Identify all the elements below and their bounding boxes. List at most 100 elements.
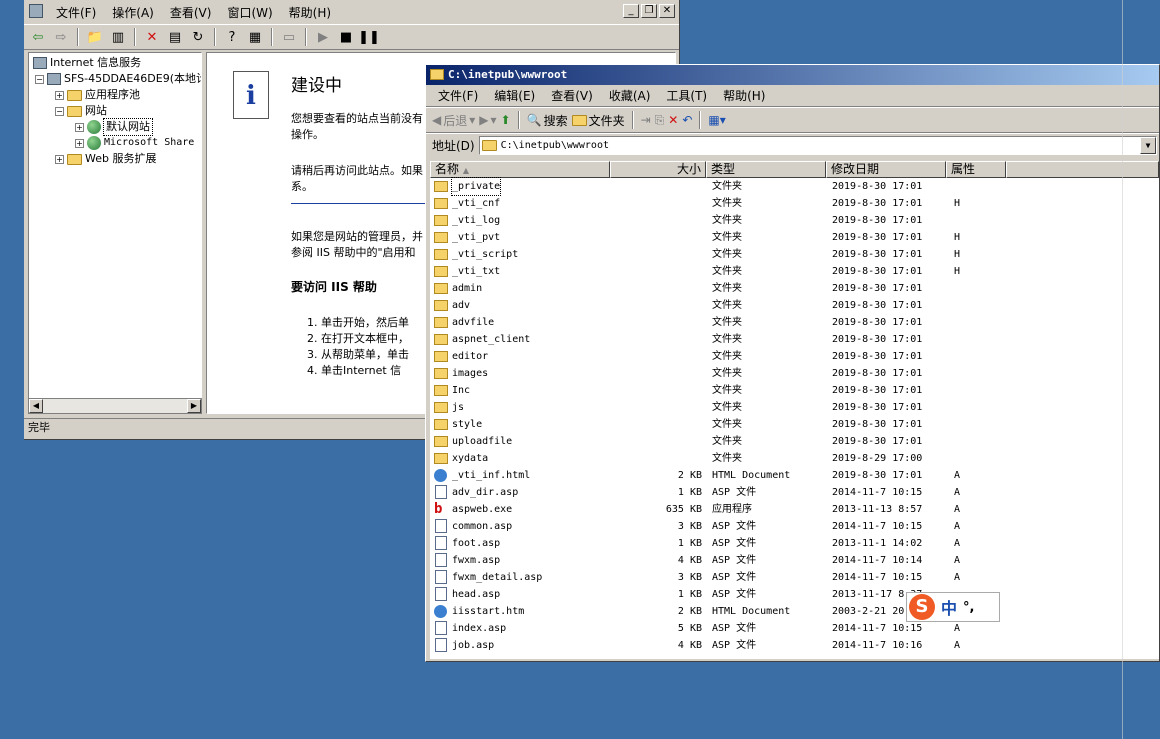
iis-icon bbox=[33, 57, 47, 69]
file-row[interactable]: _vti_txt 文件夹 2019-8-30 17:01 H bbox=[430, 263, 1159, 280]
file-modified: 2019-8-30 17:01 bbox=[832, 368, 923, 379]
stop-icon[interactable]: ■ bbox=[336, 27, 356, 47]
ime-status-bar[interactable]: S 中 °, bbox=[906, 592, 1000, 622]
file-row[interactable]: _vti_pvt 文件夹 2019-8-30 17:01 H bbox=[430, 229, 1159, 246]
file-row[interactable]: Inc 文件夹 2019-8-30 17:01 bbox=[430, 382, 1159, 399]
file-row[interactable]: uploadfile 文件夹 2019-8-30 17:01 bbox=[430, 433, 1159, 450]
tree-web-extensions[interactable]: + Web 服务扩展 bbox=[55, 151, 156, 167]
iis-menu-file[interactable]: 文件(F) bbox=[48, 4, 104, 21]
minimize-button[interactable]: _ bbox=[623, 4, 639, 18]
file-row[interactable]: editor 文件夹 2019-8-30 17:01 bbox=[430, 348, 1159, 365]
tree-horizontal-scrollbar[interactable]: ◀ ▶ bbox=[28, 398, 202, 414]
column-header-type[interactable]: 类型 bbox=[706, 161, 826, 178]
address-input[interactable]: C:\inetpub\wwwroot ▼ bbox=[478, 136, 1157, 155]
explorer-titlebar[interactable]: C:\inetpub\wwwroot bbox=[426, 65, 1159, 85]
file-row[interactable]: fwxm.asp 4 KB ASP 文件 2014-11-7 10:14 A bbox=[430, 552, 1159, 569]
file-row[interactable]: images 文件夹 2019-8-30 17:01 bbox=[430, 365, 1159, 382]
file-row[interactable]: iisstart.htm 2 KB HTML Document 2003-2-21 2… bbox=[430, 603, 1159, 620]
properties-icon[interactable]: ▤ bbox=[165, 27, 185, 47]
forward-arrow-icon[interactable]: ⇨ bbox=[51, 27, 71, 47]
column-header-name[interactable]: 名称 ▲ bbox=[430, 161, 610, 178]
file-row[interactable]: common.asp 3 KB ASP 文件 2014-11-7 10:15 A bbox=[430, 518, 1159, 535]
iis-menu-window[interactable]: 窗口(W) bbox=[219, 4, 280, 21]
delete-icon[interactable]: ✕ bbox=[142, 27, 162, 47]
help-icon[interactable]: ? bbox=[222, 27, 242, 47]
restore-button[interactable]: ❐ bbox=[641, 4, 657, 18]
file-size: 4 KB bbox=[677, 555, 702, 566]
file-row[interactable]: adv_dir.asp 1 KB ASP 文件 2014-11-7 10:15 A bbox=[430, 484, 1159, 501]
column-header-attributes[interactable]: 属性 bbox=[946, 161, 1006, 178]
close-button[interactable]: ✕ bbox=[659, 4, 675, 18]
tree-websites[interactable]: − 网站 bbox=[55, 103, 107, 119]
sogou-logo-icon: S bbox=[909, 594, 935, 620]
file-row[interactable]: job.asp 4 KB ASP 文件 2014-11-7 10:16 A bbox=[430, 637, 1159, 654]
file-row[interactable]: _vti_cnf 文件夹 2019-8-30 17:01 H bbox=[430, 195, 1159, 212]
file-row[interactable]: index.asp 5 KB ASP 文件 2014-11-7 10:15 A bbox=[430, 620, 1159, 637]
file-name: js bbox=[452, 402, 465, 413]
computer-icon[interactable]: ▭ bbox=[279, 27, 299, 47]
pause-icon[interactable]: ❚❚ bbox=[358, 27, 380, 47]
tree-server[interactable]: − SFS-45DDAE46DE9(本地计 bbox=[35, 71, 201, 87]
move-to-icon[interactable]: ⇥ bbox=[641, 113, 651, 127]
file-row[interactable]: _vti_inf.html 2 KB HTML Document 2019-8-30 … bbox=[430, 467, 1159, 484]
tree-sharepoint-site[interactable]: + Microsoft Share bbox=[75, 135, 194, 151]
delete-icon[interactable]: ✕ bbox=[668, 113, 678, 127]
file-row[interactable]: js 文件夹 2019-8-30 17:01 bbox=[430, 399, 1159, 416]
file-name: index.asp bbox=[452, 623, 507, 634]
file-row[interactable]: head.asp 1 KB ASP 文件 2013-11-17 8:37 bbox=[430, 586, 1159, 603]
back-arrow-icon[interactable]: ⇦ bbox=[28, 27, 48, 47]
file-row[interactable]: b aspweb.exe 635 KB 应用程序 2013-11-13 8:57 A bbox=[430, 501, 1159, 518]
iis-menu-help[interactable]: 帮助(H) bbox=[281, 4, 339, 21]
file-modified: 2019-8-30 17:01 bbox=[832, 470, 923, 481]
screen-edge-line bbox=[1122, 0, 1123, 739]
file-modified: 2014-11-7 10:15 bbox=[832, 623, 923, 634]
ime-mode[interactable]: 中 bbox=[941, 595, 957, 619]
menu-tools[interactable]: 工具(T) bbox=[658, 87, 715, 104]
tree-default-site[interactable]: + 默认网站 bbox=[75, 118, 153, 136]
refresh-icon[interactable]: ↻ bbox=[188, 27, 208, 47]
menu-view[interactable]: 查看(V) bbox=[543, 87, 601, 104]
iis-menu-action[interactable]: 操作(A) bbox=[104, 4, 162, 21]
file-row[interactable]: admin 文件夹 2019-8-30 17:01 bbox=[430, 280, 1159, 297]
copy-to-icon[interactable]: ⎘ bbox=[655, 113, 665, 128]
menu-edit[interactable]: 编辑(E) bbox=[486, 87, 543, 104]
search-icon: 🔍 bbox=[526, 113, 542, 127]
file-row[interactable]: fwxm_detail.asp 3 KB ASP 文件 2014-11-7 10:15… bbox=[430, 569, 1159, 586]
ime-punct[interactable]: °, bbox=[963, 600, 974, 615]
folders-button[interactable]: 文件夹 bbox=[571, 112, 625, 129]
up-folder-icon[interactable]: 📁 bbox=[85, 27, 105, 47]
tree-root[interactable]: Internet 信息服务 bbox=[33, 55, 141, 71]
export-icon[interactable]: ▦ bbox=[245, 27, 265, 47]
iis-menu-view[interactable]: 查看(V) bbox=[162, 4, 220, 21]
file-row[interactable]: _private 文件夹 2019-8-30 17:01 bbox=[430, 177, 1159, 196]
file-row[interactable]: _vti_script 文件夹 2019-8-30 17:01 H bbox=[430, 246, 1159, 263]
undo-icon[interactable]: ↶ bbox=[682, 113, 692, 127]
column-header-modified[interactable]: 修改日期 bbox=[826, 161, 946, 178]
scroll-right-arrow-icon[interactable]: ▶ bbox=[187, 399, 201, 413]
application-icon: b bbox=[434, 501, 443, 517]
column-header-size[interactable]: 大小 bbox=[610, 161, 706, 178]
menu-favorites[interactable]: 收藏(A) bbox=[601, 87, 659, 104]
file-row[interactable]: xydata 文件夹 2019-8-29 17:00 bbox=[430, 450, 1159, 467]
show-tree-icon[interactable]: ▥ bbox=[108, 27, 128, 47]
tree-app-pools[interactable]: + 应用程序池 bbox=[55, 87, 140, 103]
start-icon[interactable]: ▶ bbox=[313, 27, 333, 47]
menu-help[interactable]: 帮助(H) bbox=[715, 87, 773, 104]
file-row[interactable]: aspnet_client 文件夹 2019-8-30 17:01 bbox=[430, 331, 1159, 348]
website-globe-icon bbox=[87, 136, 101, 150]
file-row[interactable]: advfile 文件夹 2019-8-30 17:01 bbox=[430, 314, 1159, 331]
file-row[interactable]: style 文件夹 2019-8-30 17:01 bbox=[430, 416, 1159, 433]
search-button[interactable]: 🔍 搜索 bbox=[527, 112, 568, 129]
file-row[interactable]: _vti_log 文件夹 2019-8-30 17:01 bbox=[430, 212, 1159, 229]
back-button[interactable]: ◀ 后退 ▾ bbox=[432, 112, 475, 129]
scroll-left-arrow-icon[interactable]: ◀ bbox=[29, 399, 43, 413]
forward-button[interactable]: ▶ ▾ bbox=[479, 113, 496, 127]
file-type: 文件夹 bbox=[712, 317, 742, 328]
menu-file[interactable]: 文件(F) bbox=[430, 87, 486, 104]
up-button[interactable]: ⬆ bbox=[501, 113, 511, 127]
address-dropdown-icon[interactable]: ▼ bbox=[1140, 137, 1156, 154]
views-icon[interactable]: ▦▾ bbox=[708, 113, 725, 127]
file-row[interactable]: adv 文件夹 2019-8-30 17:01 bbox=[430, 297, 1159, 314]
page-title: 建设中 bbox=[291, 76, 342, 96]
file-row[interactable]: foot.asp 1 KB ASP 文件 2013-11-1 14:02 A bbox=[430, 535, 1159, 552]
